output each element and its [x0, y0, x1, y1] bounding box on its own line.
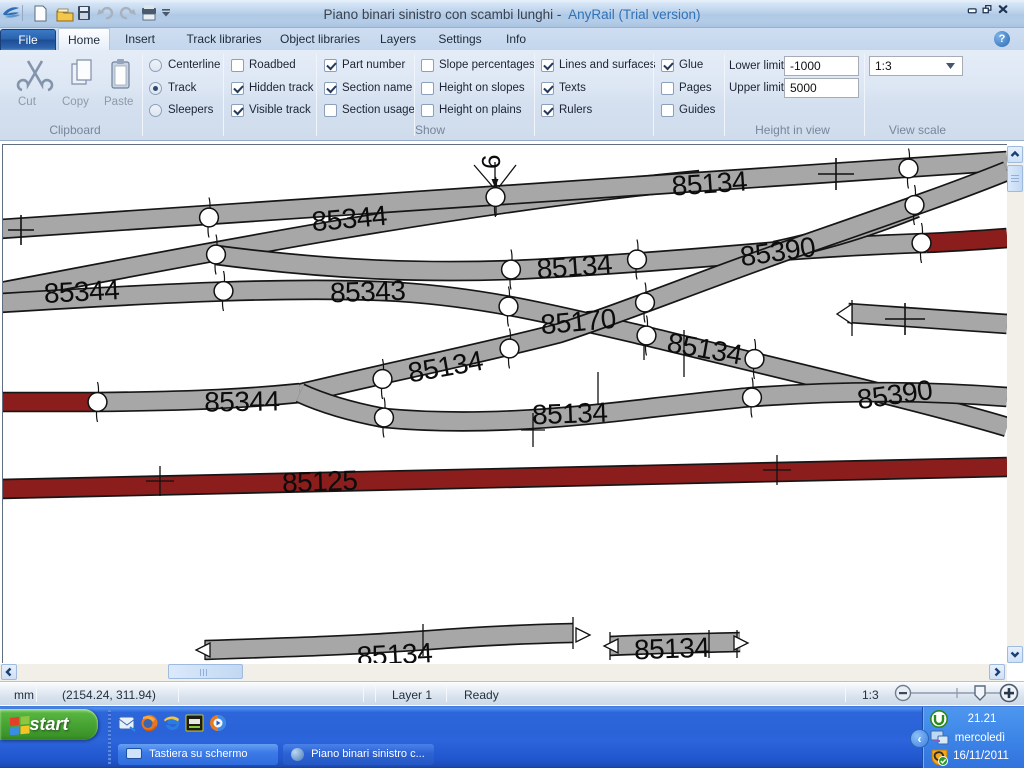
svg-text:85344: 85344: [310, 200, 388, 237]
svg-text:6: 6: [476, 155, 506, 169]
svg-text:85343: 85343: [329, 275, 405, 309]
svg-text:85170: 85170: [539, 303, 617, 340]
svg-text:85390: 85390: [738, 231, 817, 272]
svg-text:85125: 85125: [281, 465, 357, 499]
svg-text:85134: 85134: [665, 327, 745, 371]
svg-text:85134: 85134: [536, 248, 613, 284]
svg-text:85134: 85134: [356, 637, 433, 663]
svg-text:85134: 85134: [531, 397, 607, 431]
svg-text:85344: 85344: [204, 385, 280, 417]
svg-text:85134: 85134: [406, 345, 486, 389]
svg-text:85134: 85134: [671, 165, 748, 201]
svg-text:85344: 85344: [43, 274, 120, 309]
svg-text:85134: 85134: [633, 632, 709, 663]
